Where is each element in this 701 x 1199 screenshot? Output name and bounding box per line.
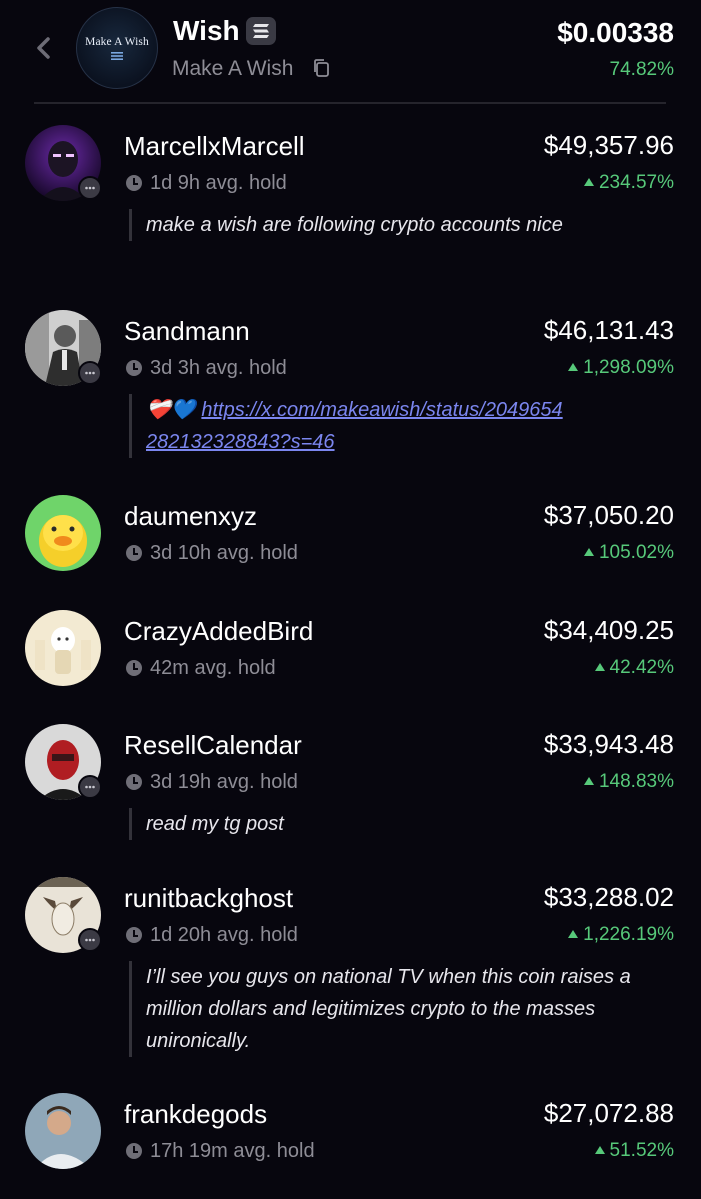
holder-change-text: 105.02% <box>598 542 674 563</box>
token-full-name: Make A Wish <box>172 57 294 80</box>
holder-value: $27,072.88 <box>543 1098 674 1128</box>
avg-hold: 3d 10h avg. hold <box>126 541 298 565</box>
solana-icon <box>246 17 276 45</box>
holder-name[interactable]: runitbackghost <box>124 882 293 914</box>
clock-icon <box>126 1143 142 1159</box>
token-header: Make A Wish Wish Make A Wish $0.00338 74… <box>0 0 701 104</box>
holder-value: $34,409.25 <box>543 615 674 645</box>
chevron-left-icon[interactable] <box>34 34 54 62</box>
token-price-change: 74.82% <box>609 59 674 80</box>
avg-hold-text: 17h 19m avg. hold <box>150 1140 315 1162</box>
chat-bubble-icon <box>78 775 102 799</box>
avg-hold-text: 42m avg. hold <box>150 657 276 679</box>
header-divider <box>34 102 666 104</box>
holder-change: 1,226.19% <box>568 923 674 947</box>
holder-name[interactable]: ResellCalendar <box>124 729 302 761</box>
up-arrow-icon <box>594 1146 605 1154</box>
copy-icon[interactable] <box>312 58 330 78</box>
logo-text: Make A Wish <box>85 36 149 48</box>
holder-change: 51.52% <box>594 1139 674 1163</box>
holder-change-text: 1,226.19% <box>583 924 674 945</box>
up-arrow-icon <box>583 178 594 186</box>
holder-change: 148.83% <box>583 770 674 794</box>
up-arrow-icon <box>594 663 605 671</box>
holder-comment: ❤️‍🩹💙 https://x.com/makeawish/status/204… <box>129 394 566 458</box>
holder-value: $49,357.96 <box>543 130 674 160</box>
avg-hold-text: 1d 9h avg. hold <box>150 172 287 194</box>
avg-hold: 17h 19m avg. hold <box>126 1139 315 1163</box>
holder-name[interactable]: CrazyAddedBird <box>124 615 313 647</box>
up-arrow-icon <box>583 777 594 785</box>
clock-icon <box>126 360 142 376</box>
clock-icon <box>126 927 142 943</box>
holder-change-text: 234.57% <box>598 172 674 193</box>
holder-change-text: 51.52% <box>609 1140 674 1161</box>
avg-hold-text: 3d 3h avg. hold <box>150 357 287 379</box>
up-arrow-icon <box>568 363 579 371</box>
holder-comment: make a wish are following crypto account… <box>129 209 606 241</box>
holder-change-text: 148.83% <box>598 771 674 792</box>
clock-icon <box>126 774 142 790</box>
avatar <box>25 495 101 571</box>
holder-value: $46,131.43 <box>543 315 674 345</box>
holder-name[interactable]: frankdegods <box>124 1098 267 1130</box>
avatar <box>25 610 101 686</box>
holder-change: 234.57% <box>583 171 674 195</box>
avg-hold-text: 3d 10h avg. hold <box>150 542 298 564</box>
holder-comment: I’ll see you guys on national TV when th… <box>129 961 676 1057</box>
holder-value: $37,050.20 <box>543 500 674 530</box>
chat-bubble-icon <box>78 176 102 200</box>
avg-hold: 42m avg. hold <box>126 656 276 680</box>
holder-value: $33,943.48 <box>543 729 674 759</box>
holder-name[interactable]: MarcellxMarcell <box>124 130 305 162</box>
holder-change-text: 1,298.09% <box>583 357 674 378</box>
token-logo: Make A Wish <box>76 7 158 89</box>
avg-hold: 1d 20h avg. hold <box>126 923 298 947</box>
holder-change: 42.42% <box>594 656 674 680</box>
avg-hold-text: 3d 19h avg. hold <box>150 771 298 793</box>
token-price: $0.00338 <box>557 17 674 48</box>
avg-hold: 3d 3h avg. hold <box>126 356 287 380</box>
holder-name[interactable]: daumenxyz <box>124 500 257 532</box>
chat-bubble-icon <box>78 928 102 952</box>
clock-icon <box>126 175 142 191</box>
token-name: Wish <box>173 15 240 46</box>
holder-name[interactable]: Sandmann <box>124 315 250 347</box>
avg-hold: 3d 19h avg. hold <box>126 770 298 794</box>
holder-change: 105.02% <box>583 541 674 565</box>
avg-hold: 1d 9h avg. hold <box>126 171 287 195</box>
holder-comment: read my tg post <box>129 808 606 840</box>
status-link[interactable]: https://x.com/makeawish/status/204965428… <box>146 399 563 453</box>
chat-bubble-icon <box>78 361 102 385</box>
heart-emoji-icon: ❤️‍🩹💙 <box>146 399 196 421</box>
clock-icon <box>126 660 142 676</box>
clock-icon <box>126 545 142 561</box>
up-arrow-icon <box>568 930 579 938</box>
avg-hold-text: 1d 20h avg. hold <box>150 924 298 946</box>
avatar <box>25 1093 101 1169</box>
holder-value: $33,288.02 <box>543 882 674 912</box>
holder-change: 1,298.09% <box>568 356 674 380</box>
holder-change-text: 42.42% <box>609 657 674 678</box>
up-arrow-icon <box>583 548 594 556</box>
